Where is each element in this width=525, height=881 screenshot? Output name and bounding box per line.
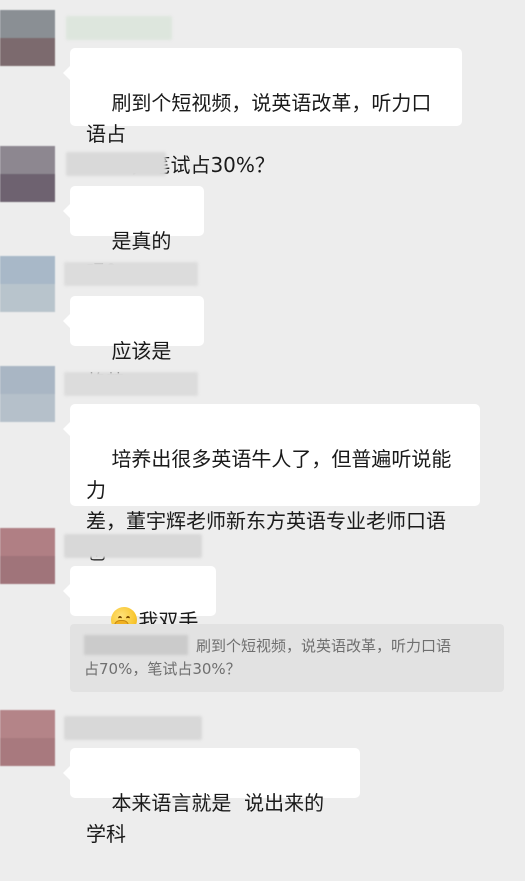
avatar[interactable] <box>0 146 55 202</box>
sender-name-blurred <box>64 716 202 740</box>
avatar[interactable] <box>0 710 55 766</box>
quoted-sender-name-blurred <box>84 635 188 655</box>
message-bubble[interactable]: 培养出很多英语牛人了，但普遍听说能力 差，董宇辉老师新东方英语专业老师口语也 不… <box>63 404 480 595</box>
sender-name-blurred <box>64 372 198 396</box>
sender-name-blurred <box>64 534 202 558</box>
chat-window: 刷到个短视频，说英语改革，听力口语占 70%，笔试占30%？ 是真的吗？ 应该是… <box>0 0 525 846</box>
message-bubble[interactable]: 本来语言就是 说出来的 学科 <box>63 748 360 846</box>
sender-name-blurred <box>66 16 172 40</box>
message-bubble[interactable]: 我双手赞成 <box>63 566 216 664</box>
sender-name-blurred <box>66 152 166 176</box>
avatar[interactable] <box>0 10 55 66</box>
message-bubble[interactable]: 是真的吗？ <box>63 186 204 284</box>
avatar[interactable] <box>0 528 55 584</box>
sender-name-blurred <box>64 262 198 286</box>
message-bubble[interactable]: 应该是趋势 <box>63 296 204 394</box>
avatar[interactable] <box>0 256 55 312</box>
avatar[interactable] <box>0 366 55 422</box>
quoted-message[interactable]: 刷到个短视频，说英语改革，听力口语 占70%，笔试占30%？ <box>70 624 504 692</box>
message-bubble[interactable]: 刷到个短视频，说英语改革，听力口语占 70%，笔试占30%？ <box>63 48 462 177</box>
message-text: 本来语言就是 说出来的 学科 <box>86 791 337 846</box>
